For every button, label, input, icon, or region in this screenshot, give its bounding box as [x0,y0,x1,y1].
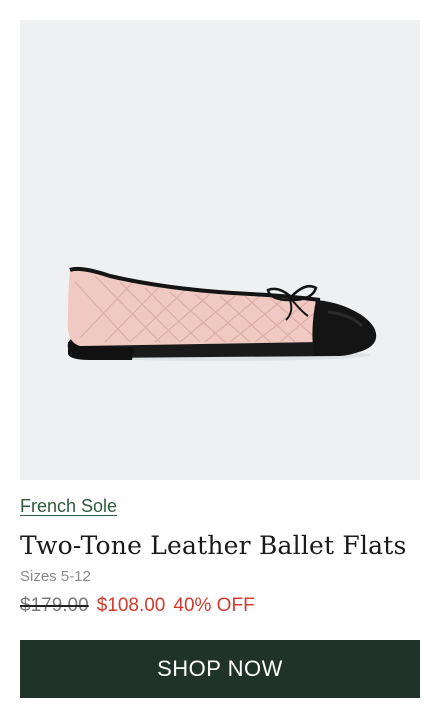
original-price: $179.00 [20,595,89,616]
brand-link[interactable]: French Sole [20,496,117,517]
product-image[interactable] [20,20,420,480]
shop-now-button[interactable]: SHOP NOW [20,640,420,698]
ballet-flat-illustration [67,266,377,361]
discount-badge: 40% OFF [173,595,255,616]
price-row: $179.00 $108.00 40% OFF [20,595,420,617]
product-sizes: Sizes 5-12 [20,568,91,585]
product-title[interactable]: Two-Tone Leather Ballet Flats [20,531,420,560]
sale-price: $108.00 [96,595,166,616]
product-card[interactable]: French Sole Two-Tone Leather Ballet Flat… [0,0,440,720]
